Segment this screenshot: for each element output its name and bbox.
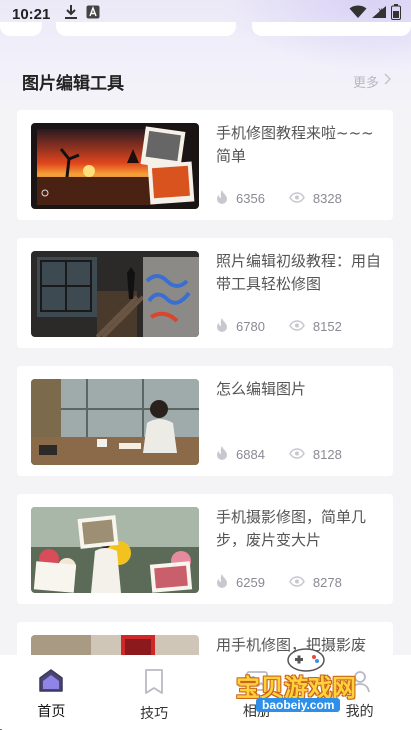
likes-count: 6884: [236, 447, 265, 462]
views-stat: 8278: [289, 575, 342, 590]
article-title: 手机修图教程来啦~~~简单: [216, 124, 374, 165]
article-thumbnail: [31, 123, 199, 209]
watermark-url: baobeiy.com: [256, 698, 341, 712]
views-count: 8128: [312, 447, 342, 462]
article-stats: 6884 8128: [216, 446, 342, 463]
eye-icon: [289, 191, 305, 206]
corner-indicator: [0, 722, 6, 730]
article-thumbnail: [31, 379, 199, 465]
likes-count: 6356: [236, 191, 265, 206]
nav-label: 技巧: [140, 706, 169, 722]
article-thumbnail: [31, 251, 199, 337]
flame-icon: [216, 318, 228, 335]
svg-text:x: x: [378, 6, 383, 15]
likes-stat: 6780: [216, 318, 265, 335]
flame-icon: [216, 574, 228, 591]
previous-card[interactable]: [0, 22, 42, 36]
article-title: 照片编辑初级教程：用自带工具轻松修图: [216, 252, 382, 293]
likes-stat: 6356: [216, 190, 265, 207]
views-count: 8278: [312, 575, 342, 590]
more-link[interactable]: 更多: [352, 72, 392, 91]
watermark-logo: 宝贝游戏网 baobeiy.com: [236, 646, 376, 726]
article-card[interactable]: 手机修图教程来啦~~~简单 6356 8328: [17, 110, 393, 220]
flame-icon: [216, 190, 228, 207]
more-label: 更多: [352, 75, 379, 91]
section-header: 图片编辑工具 更多: [22, 68, 392, 94]
likes-count: 6780: [236, 319, 265, 334]
bookmark-icon: [143, 669, 165, 699]
views-stat: 8152: [289, 319, 342, 334]
previous-section-strip: [0, 22, 411, 38]
article-card[interactable]: 怎么编辑图片 6884 8128: [17, 366, 393, 476]
previous-card[interactable]: [252, 22, 411, 36]
article-title: 怎么编辑图片: [216, 380, 307, 398]
views-count: 8328: [312, 191, 342, 206]
eye-icon: [289, 319, 305, 334]
views-count: 8152: [312, 319, 342, 334]
article-card[interactable]: 照片编辑初级教程：用自带工具轻松修图 6780 8152: [17, 238, 393, 348]
article-stats: 6259 8278: [216, 574, 342, 591]
views-stat: 8128: [289, 447, 342, 462]
nav-item-home[interactable]: 首页: [0, 655, 103, 730]
article-stats: 6780 8152: [216, 318, 342, 335]
article-title: 手机摄影修图，简单几步，废片变大片: [216, 508, 367, 549]
status-time: 10:21: [12, 5, 51, 23]
download-icon: [64, 4, 78, 24]
battery-icon: [391, 4, 401, 24]
wifi-icon: [349, 5, 367, 23]
home-icon: [38, 669, 64, 697]
font-app-icon: [86, 5, 100, 23]
likes-stat: 6884: [216, 446, 265, 463]
section-title: 图片编辑工具: [22, 73, 124, 94]
nav-label: 首页: [37, 704, 66, 720]
eye-icon: [289, 447, 305, 462]
signal-icon: x: [371, 5, 387, 23]
nav-item-tips[interactable]: 技巧: [103, 655, 206, 730]
article-card[interactable]: 手机摄影修图，简单几步，废片变大片 6259 8278: [17, 494, 393, 604]
article-thumbnail: [31, 507, 199, 593]
views-stat: 8328: [289, 191, 342, 206]
eye-icon: [289, 575, 305, 590]
previous-card[interactable]: [56, 22, 236, 36]
flame-icon: [216, 446, 228, 463]
likes-stat: 6259: [216, 574, 265, 591]
chevron-right-icon: [383, 73, 392, 89]
article-stats: 6356 8328: [216, 190, 342, 207]
likes-count: 6259: [236, 575, 265, 590]
